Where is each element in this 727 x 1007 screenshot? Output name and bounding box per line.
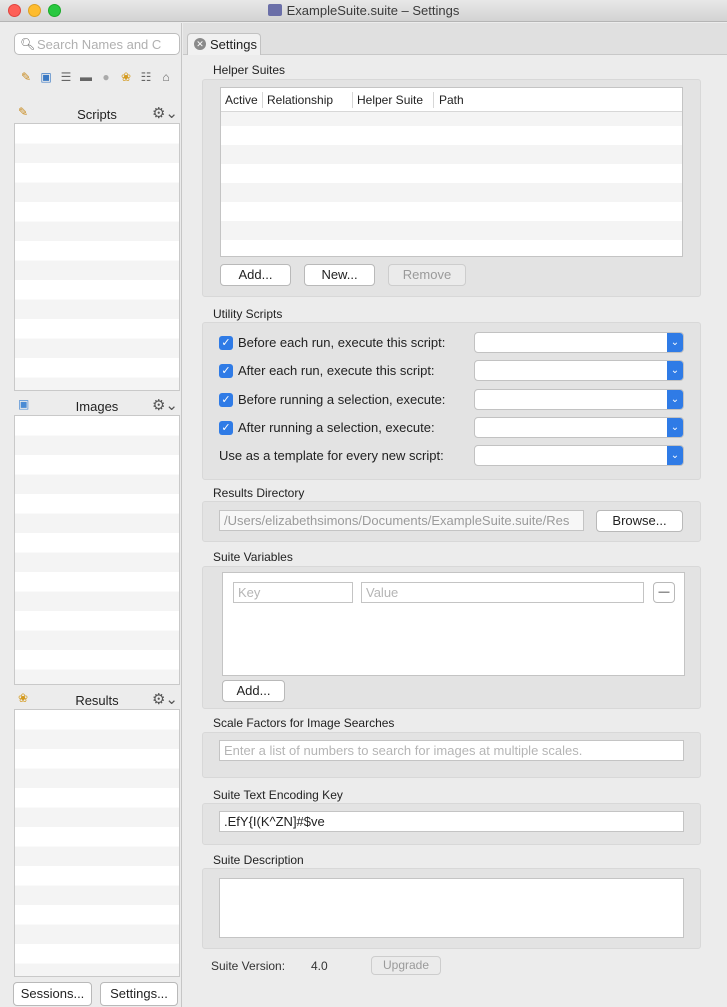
after-selection-label: After running a selection, execute:	[238, 420, 435, 435]
template-label: Use as a template for every new script:	[219, 448, 444, 463]
variable-value-field[interactable]	[361, 582, 644, 603]
new-helper-suite-button[interactable]: New...	[304, 264, 375, 286]
remove-variable-button[interactable]: —	[653, 582, 675, 603]
column-separator	[262, 92, 263, 108]
column-helper-suite[interactable]: Helper Suite	[357, 93, 423, 107]
window-title-text: ExampleSuite.suite – Settings	[286, 3, 460, 18]
scale-factors-title: Scale Factors for Image Searches	[213, 716, 395, 730]
scale-factors-field[interactable]	[219, 740, 684, 761]
column-separator	[352, 92, 353, 108]
chevron-down-icon: ⌄	[667, 333, 683, 352]
upgrade-button[interactable]: Upgrade	[371, 956, 441, 975]
add-variable-button[interactable]: Add...	[222, 680, 285, 702]
sidebar-toolbar: ✎ ▣ ☰ ▬ ● ❀ ☷ ⌂	[18, 69, 174, 85]
tab-settings[interactable]: ✕ Settings	[187, 33, 261, 55]
encoding-key-field[interactable]	[219, 811, 684, 832]
column-path[interactable]: Path	[439, 93, 464, 107]
search-field[interactable]: 🔍︎	[14, 33, 180, 55]
window-title: ExampleSuite.suite – Settings	[0, 3, 727, 18]
template-script-popup[interactable]: ⌄	[474, 445, 684, 466]
before-selection-checkbox[interactable]: ✓	[219, 393, 233, 407]
search-icon[interactable]: 🔍︎	[20, 37, 35, 51]
browse-button[interactable]: Browse...	[596, 510, 683, 532]
tab-bar: ✕ Settings	[183, 23, 727, 55]
suite-version-label: Suite Version:	[211, 959, 286, 973]
suite-description-title: Suite Description	[213, 853, 304, 867]
gear-icon[interactable]: ⚙⌄	[152, 104, 178, 122]
helper-suites-table[interactable]: Active Relationship Helper Suite Path	[220, 87, 683, 257]
title-bar: ExampleSuite.suite – Settings	[0, 0, 727, 22]
column-active[interactable]: Active	[225, 93, 258, 107]
gear-icon[interactable]: ⚙⌄	[152, 396, 178, 414]
table-header: Active Relationship Helper Suite Path	[221, 88, 682, 112]
chevron-down-icon: ⌄	[667, 446, 683, 465]
search-input[interactable]	[37, 36, 177, 52]
after-selection-script-popup[interactable]: ⌄	[474, 417, 684, 438]
remove-helper-suite-button[interactable]: Remove	[388, 264, 466, 286]
utility-scripts-title: Utility Scripts	[213, 307, 283, 321]
results-directory-field[interactable]	[219, 510, 584, 531]
after-run-label: After each run, execute this script:	[238, 363, 435, 378]
clipboard-icon[interactable]: ☷	[138, 69, 154, 85]
column-separator	[433, 92, 434, 108]
chevron-down-icon: ⌄	[667, 390, 683, 409]
images-list[interactable]	[14, 415, 180, 685]
scripts-panel-header: ✎ Scripts ⚙⌄	[14, 103, 180, 125]
toggle-icon[interactable]: ▬	[78, 69, 94, 85]
after-selection-checkbox[interactable]: ✓	[219, 421, 233, 435]
column-relationship[interactable]: Relationship	[267, 93, 333, 107]
suite-variables-title: Suite Variables	[213, 550, 293, 564]
script-icon[interactable]: ✎	[18, 69, 34, 85]
before-run-label: Before each run, execute this script:	[238, 335, 446, 350]
suite-version-value: 4.0	[311, 959, 328, 973]
chevron-down-icon: ⌄	[667, 418, 683, 437]
suite-document-icon	[267, 4, 282, 16]
chevron-down-icon: ⌄	[667, 361, 683, 380]
after-run-script-popup[interactable]: ⌄	[474, 360, 684, 381]
settings-content: Helper Suites Active Relationship Helper…	[183, 56, 727, 1007]
add-helper-suite-button[interactable]: Add...	[220, 264, 291, 286]
sessions-button[interactable]: Sessions...	[13, 982, 92, 1006]
results-list[interactable]	[14, 709, 180, 977]
before-selection-script-popup[interactable]: ⌄	[474, 389, 684, 410]
cart-icon[interactable]: ⌂	[158, 69, 174, 85]
images-panel-header: ▣ Images ⚙⌄	[14, 395, 180, 417]
sidebar: 🔍︎ ✎ ▣ ☰ ▬ ● ❀ ☷ ⌂ ✎ Scripts ⚙⌄ ▣ Images…	[0, 23, 182, 1007]
scripts-list[interactable]	[14, 123, 180, 391]
results-panel-header: ❀ Results ⚙⌄	[14, 689, 180, 711]
results-directory-title: Results Directory	[213, 486, 305, 500]
suite-description-field[interactable]	[219, 878, 684, 938]
close-tab-icon[interactable]: ✕	[194, 38, 206, 50]
before-run-script-popup[interactable]: ⌄	[474, 332, 684, 353]
variable-key-field[interactable]	[233, 582, 353, 603]
gear-icon[interactable]: ⚙⌄	[152, 690, 178, 708]
sphere-icon[interactable]: ●	[98, 69, 114, 85]
encoding-key-title: Suite Text Encoding Key	[213, 788, 343, 802]
ribbon-icon[interactable]: ❀	[118, 69, 134, 85]
camera-icon[interactable]: ▣	[38, 69, 54, 85]
table-icon[interactable]: ☰	[58, 69, 74, 85]
settings-button[interactable]: Settings...	[100, 982, 178, 1006]
before-run-checkbox[interactable]: ✓	[219, 336, 233, 350]
helper-suites-title: Helper Suites	[213, 63, 286, 77]
after-run-checkbox[interactable]: ✓	[219, 364, 233, 378]
before-selection-label: Before running a selection, execute:	[238, 392, 446, 407]
tab-settings-label: Settings	[210, 37, 257, 52]
